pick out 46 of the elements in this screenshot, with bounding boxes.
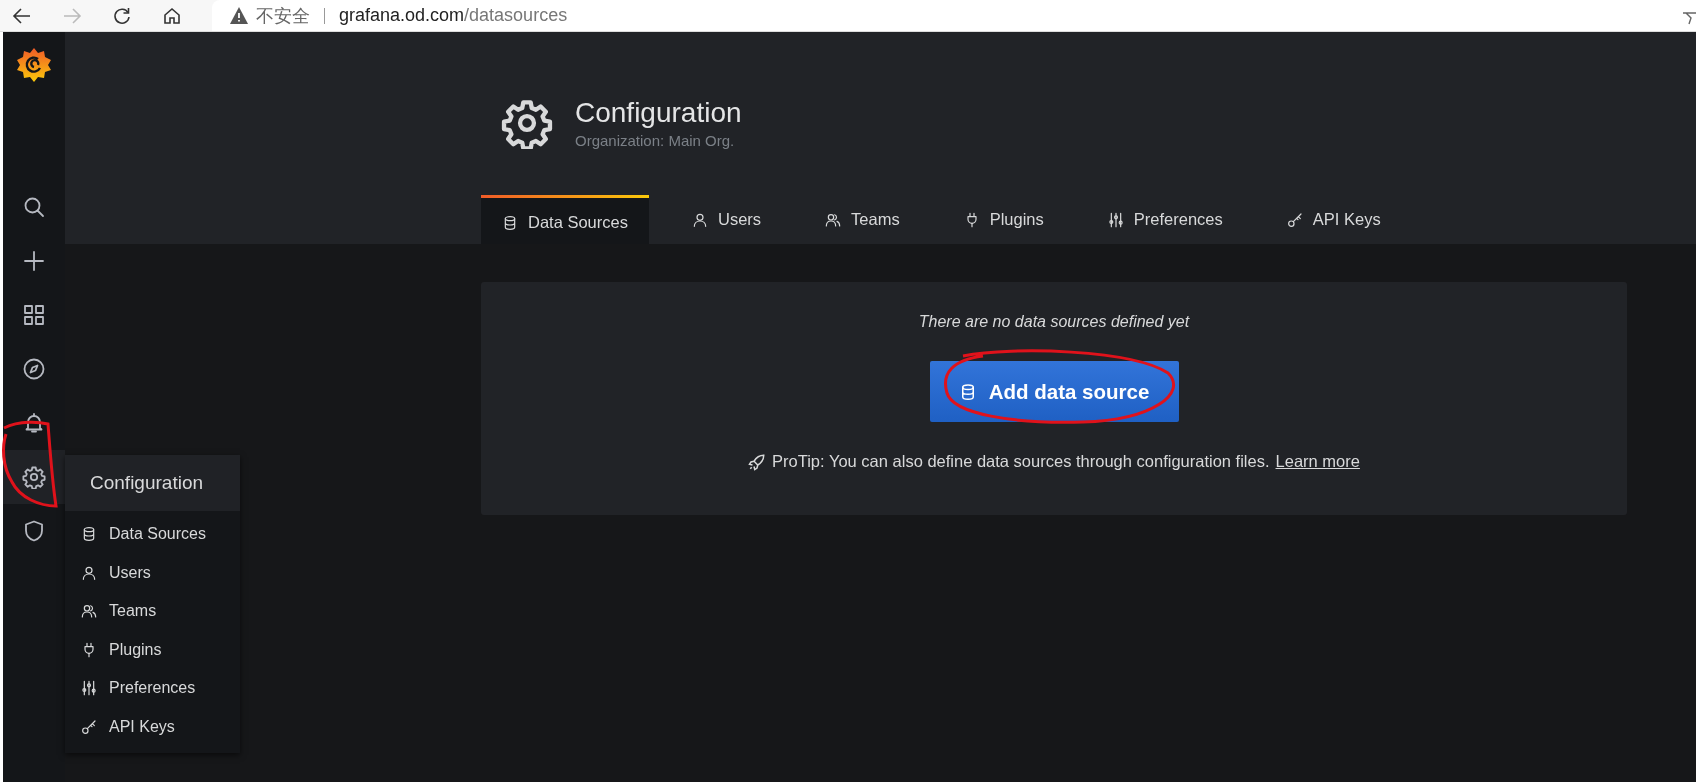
compass-icon [22,357,46,381]
tab[interactable]: Plugins [942,195,1065,244]
grid-icon [22,303,46,327]
page-subtitle: Organization: Main Org. [575,132,736,149]
menu-title: Configuration [65,455,240,511]
menu-item[interactable]: API Keys [65,707,240,746]
user-icon [81,564,97,581]
tab[interactable]: Teams [804,195,921,244]
user-icon [691,211,708,228]
reload-icon[interactable] [112,5,132,26]
sliders-icon [1107,211,1124,228]
security-label: 不安全 [256,4,310,28]
plus-icon [22,249,46,273]
shield-icon [22,519,46,543]
users-icon [81,603,97,620]
tab[interactable]: Data Sources [481,195,649,244]
search-icon [22,195,46,219]
menu-item[interactable]: Preferences [65,669,240,708]
tab[interactable]: Preferences [1086,195,1244,244]
menu-item[interactable]: Plugins [65,630,240,669]
settings-icon [501,97,553,149]
database-icon [81,526,97,543]
learn-more-link[interactable]: Learn more [1275,452,1360,471]
key-icon [81,718,97,735]
menu-item[interactable]: Data Sources [65,515,240,554]
tab[interactable]: API Keys [1265,195,1402,244]
settings-icon [22,465,46,489]
key-icon [1286,211,1303,228]
users-icon [825,211,842,228]
home-icon[interactable] [162,5,182,26]
logo-icon[interactable] [16,46,52,84]
plug-icon [81,641,97,658]
menu-item[interactable]: Teams [65,592,240,631]
warning-icon [230,7,248,24]
back-icon[interactable] [12,5,32,26]
add-data-source-button[interactable]: Add data source [929,361,1179,422]
rocket-icon [748,452,767,471]
empty-message: There are no data sources defined yet [918,313,1190,331]
sliders-icon [81,680,97,697]
menu-item[interactable]: Users [65,553,240,592]
database-icon [502,214,518,231]
tab[interactable]: Users [670,195,783,244]
page-title: Configuration [575,97,742,129]
address-bar[interactable]: 不安全 grafana.od.com/datasources [212,0,1696,31]
url-text: grafana.od.com/datasources [339,5,568,26]
protip-text: ProTip: You can also define data sources through configuration files. [772,452,1270,471]
